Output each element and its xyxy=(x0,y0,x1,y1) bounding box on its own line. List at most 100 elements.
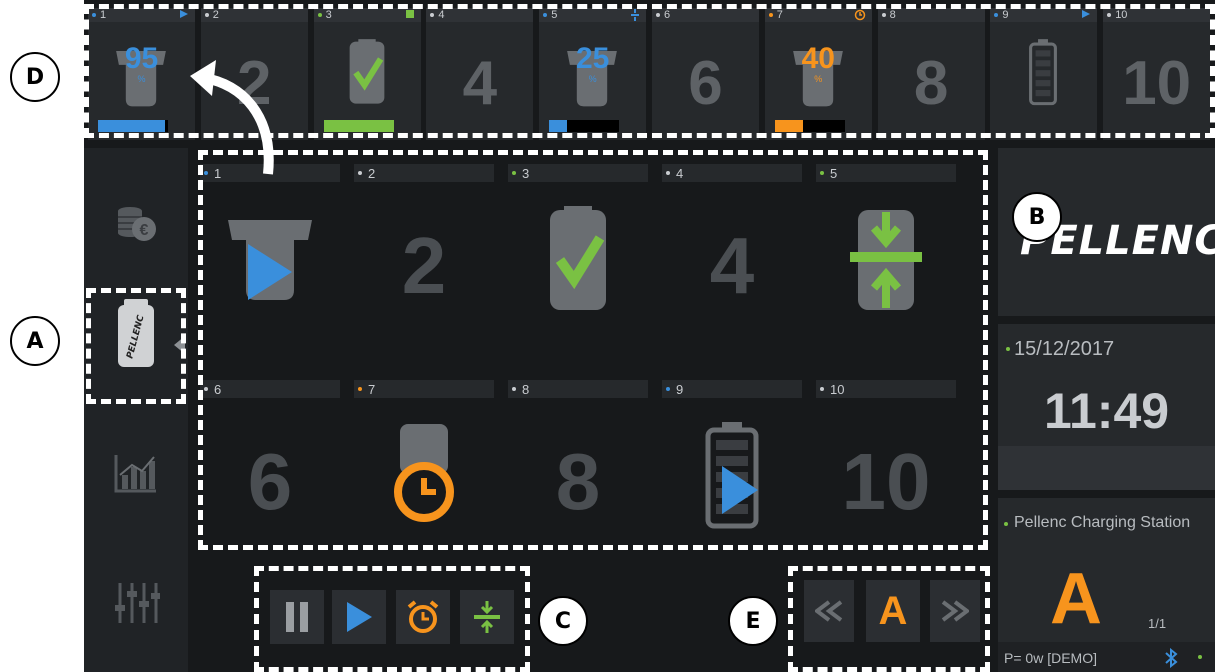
charge-progress-fill xyxy=(98,120,165,132)
clock-panel: 15/12/2017 11:49 xyxy=(998,324,1215,490)
cell-status-dot xyxy=(666,171,670,175)
station-panel[interactable]: Pellenc Charging Station A 1/1 P= 0w [DE… xyxy=(998,498,1215,672)
bluetooth-icon xyxy=(1165,648,1178,668)
battery-cell-5[interactable]: 5 xyxy=(816,164,968,364)
slot-number: 9 xyxy=(1002,9,1009,21)
slot-number: 3 xyxy=(325,9,332,21)
play-button[interactable] xyxy=(332,590,386,644)
top-slot-4[interactable]: 44 xyxy=(426,8,534,140)
cell-number: 3 xyxy=(522,166,530,181)
clock-icon xyxy=(854,9,866,24)
cell-number-large: 10 xyxy=(841,437,931,526)
top-slot-10[interactable]: 10 10 xyxy=(1103,8,1211,140)
percent-sign: % xyxy=(588,74,597,84)
top-slot-8[interactable]: 88 xyxy=(877,8,985,140)
charge-progress-fill xyxy=(549,120,567,132)
charge-percent: 25 xyxy=(576,42,610,75)
battery-cell-10[interactable]: 10 10 xyxy=(816,380,968,580)
cell-number: 10 xyxy=(830,382,845,397)
battery-compress-icon xyxy=(816,204,956,314)
slot-number: 10 xyxy=(1115,9,1128,21)
battery-cell-8[interactable]: 88 xyxy=(508,380,660,580)
slot-status-dot xyxy=(92,13,96,17)
slot-number: 7 xyxy=(776,9,783,21)
slot-number: 2 xyxy=(212,9,219,21)
slot-status-dot xyxy=(317,13,322,17)
station-letter: A xyxy=(1050,559,1102,639)
top-slot-5[interactable]: 5 25% xyxy=(539,8,647,140)
cell-status-dot xyxy=(358,387,362,391)
station-page-indicator: 1/1 xyxy=(1148,616,1167,631)
battery-cell-7[interactable]: 7 xyxy=(354,380,506,580)
pause-icon xyxy=(286,602,308,632)
play-icon xyxy=(179,9,189,22)
time-label: 11:49 xyxy=(1043,383,1170,439)
sidebar-item-settings[interactable] xyxy=(84,548,188,658)
battery-play-icon xyxy=(200,204,340,314)
compress-icon xyxy=(474,601,500,633)
pause-button[interactable] xyxy=(270,590,324,644)
charge-percent: 95 xyxy=(124,42,159,75)
station-footer: P= 0w [DEMO] xyxy=(998,642,1215,672)
screenshot-root: 1 95% 2 2 3 4 4 5 25% 6 6 7 40% 8 8 9 10 10 € PELLENC xyxy=(0,0,1215,672)
percent-sign: % xyxy=(137,74,146,84)
battery-alarm-icon xyxy=(354,420,494,530)
annotation-badge-d: D xyxy=(10,52,60,102)
annotation-badge-c: C xyxy=(538,596,588,646)
battery-cell-1[interactable]: 1 xyxy=(200,164,352,364)
slot-number-large: 6 xyxy=(688,49,723,118)
charge-progress-bar xyxy=(98,120,168,132)
top-slot-3[interactable]: 3 xyxy=(313,8,421,140)
battery-check-icon xyxy=(336,30,398,119)
charge-progress-fill xyxy=(774,120,803,132)
cell-number-large: 8 xyxy=(555,437,601,526)
battery-cell-3[interactable]: 3 xyxy=(508,164,660,364)
rewind-icon xyxy=(815,600,843,622)
charge-progress-bar xyxy=(323,120,394,132)
battery-charge-play-icon xyxy=(662,420,802,530)
cell-status-dot xyxy=(512,387,516,391)
charge-percent: 40 xyxy=(801,42,835,75)
next-station-button[interactable] xyxy=(930,580,980,642)
battery-empty-icon xyxy=(1012,30,1074,119)
slot-number: 6 xyxy=(664,9,671,21)
slot-status-dot xyxy=(204,13,209,17)
clock-footer xyxy=(998,446,1215,490)
pellenc-battery-icon: PELLENC xyxy=(118,299,154,367)
cell-number: 6 xyxy=(214,382,222,397)
slot-status-dot xyxy=(656,13,660,17)
cell-number: 8 xyxy=(522,382,530,397)
slot-status-dot xyxy=(881,13,886,17)
top-slot-7[interactable]: 7 40% xyxy=(764,8,872,140)
selected-caret-icon xyxy=(174,336,185,354)
top-slot-6[interactable]: 66 xyxy=(652,8,759,140)
cell-number: 5 xyxy=(830,166,838,181)
date-label: 15/12/2017 xyxy=(1014,338,1115,360)
charge-progress-fill xyxy=(323,120,394,132)
slot-number-large: 10 xyxy=(1122,49,1192,118)
bar-chart-icon xyxy=(114,455,156,493)
cell-number: 2 xyxy=(368,166,376,181)
battery-cell-4[interactable]: 44 xyxy=(662,164,814,364)
top-slot-1[interactable]: 1 95% xyxy=(88,8,195,140)
cell-number-large: 4 xyxy=(709,221,755,310)
cell-status-dot xyxy=(204,387,208,391)
connection-dot xyxy=(1198,655,1202,659)
previous-station-button[interactable] xyxy=(804,580,854,642)
battery-cell-9[interactable]: 9 xyxy=(662,380,814,580)
power-readout: P= 0w [DEMO] xyxy=(1004,650,1097,666)
station-select-button[interactable]: A xyxy=(866,580,920,642)
cell-number: 7 xyxy=(368,382,376,397)
top-slot-9[interactable]: 9 xyxy=(990,8,1098,140)
sidebar-item-batteries[interactable]: PELLENC xyxy=(84,278,188,388)
cell-number-large: 6 xyxy=(247,437,293,526)
cell-status-dot xyxy=(358,171,362,175)
sidebar-item-cost[interactable]: € xyxy=(84,168,188,278)
battery-cell-2[interactable]: 22 xyxy=(354,164,506,364)
battery-cell-6[interactable]: 66 xyxy=(200,380,352,580)
delayed-start-button[interactable] xyxy=(396,590,450,644)
storage-mode-button[interactable] xyxy=(460,590,514,644)
cell-number: 9 xyxy=(676,382,684,397)
play-icon xyxy=(1081,9,1091,22)
sidebar-item-statistics[interactable] xyxy=(84,418,188,528)
